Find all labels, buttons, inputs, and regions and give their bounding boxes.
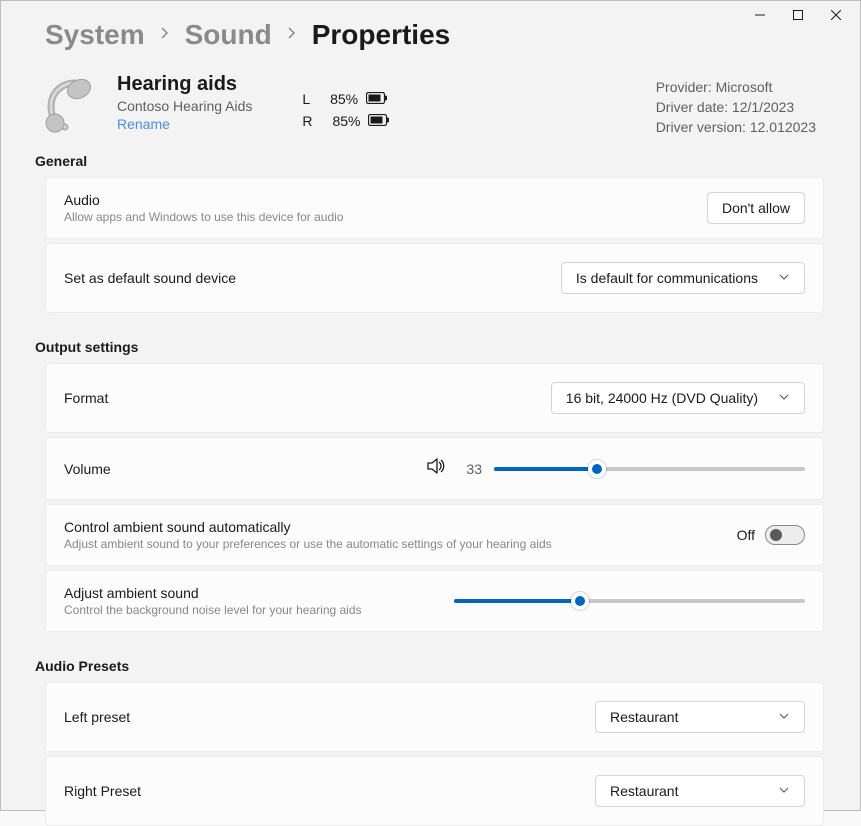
left-preset-title: Left preset xyxy=(64,709,595,725)
ambient-auto-toggle[interactable] xyxy=(765,525,805,545)
device-brand: Contoso Hearing Aids xyxy=(117,98,252,114)
ambient-auto-card: Control ambient sound automatically Adju… xyxy=(45,504,824,566)
maximize-button[interactable] xyxy=(780,1,816,29)
left-preset-card: Left preset Restaurant xyxy=(45,682,824,752)
dont-allow-button[interactable]: Don't allow xyxy=(707,192,805,224)
battery-status: L 85% R 85% xyxy=(302,91,390,129)
volume-value: 33 xyxy=(458,461,482,477)
device-name: Hearing aids xyxy=(117,73,252,96)
breadcrumb-sound[interactable]: Sound xyxy=(185,19,272,51)
format-value: 16 bit, 24000 Hz (DVD Quality) xyxy=(566,390,758,406)
right-preset-select[interactable]: Restaurant xyxy=(595,775,805,807)
battery-icon xyxy=(366,91,388,107)
speaker-icon[interactable] xyxy=(426,456,446,481)
driver-provider: Provider: Microsoft xyxy=(656,79,816,95)
default-device-select[interactable]: Is default for communications xyxy=(561,262,805,294)
chevron-down-icon xyxy=(778,709,790,725)
section-presets-title: Audio Presets xyxy=(35,658,824,674)
device-header: Hearing aids Contoso Hearing Aids Rename… xyxy=(37,73,824,135)
breadcrumb: System Sound Properties xyxy=(45,19,824,51)
right-preset-value: Restaurant xyxy=(610,783,678,799)
audio-subtitle: Allow apps and Windows to use this devic… xyxy=(64,210,707,224)
breadcrumb-system[interactable]: System xyxy=(45,19,145,51)
battery-left-label: L xyxy=(302,91,310,107)
default-device-title: Set as default sound device xyxy=(64,270,561,286)
left-preset-select[interactable]: Restaurant xyxy=(595,701,805,733)
format-title: Format xyxy=(64,390,551,406)
volume-slider[interactable] xyxy=(494,459,805,479)
ambient-auto-state: Off xyxy=(737,527,755,543)
chevron-down-icon xyxy=(778,783,790,799)
window: System Sound Properties Hearing aids xyxy=(0,0,861,811)
close-button[interactable] xyxy=(818,1,854,29)
rename-link[interactable]: Rename xyxy=(117,116,252,132)
battery-left-value: 85% xyxy=(330,91,358,107)
driver-version: Driver version: 12.012023 xyxy=(656,119,816,135)
right-preset-card: Right Preset Restaurant xyxy=(45,756,824,826)
breadcrumb-properties: Properties xyxy=(312,19,451,51)
section-output-title: Output settings xyxy=(35,339,824,355)
section-general-title: General xyxy=(35,153,824,169)
titlebar xyxy=(736,1,860,29)
audio-card: Audio Allow apps and Windows to use this… xyxy=(45,177,824,239)
format-card: Format 16 bit, 24000 Hz (DVD Quality) xyxy=(45,363,824,433)
default-device-value: Is default for communications xyxy=(576,270,758,286)
ambient-slider[interactable] xyxy=(454,591,805,611)
chevron-right-icon xyxy=(159,26,171,44)
audio-title: Audio xyxy=(64,192,707,208)
volume-title: Volume xyxy=(64,461,414,477)
chevron-down-icon xyxy=(778,270,790,286)
hearing-aid-icon xyxy=(37,75,97,135)
left-preset-value: Restaurant xyxy=(610,709,678,725)
minimize-button[interactable] xyxy=(742,1,778,29)
driver-info: Provider: Microsoft Driver date: 12/1/20… xyxy=(656,79,824,135)
driver-date: Driver date: 12/1/2023 xyxy=(656,99,816,115)
ambient-auto-subtitle: Adjust ambient sound to your preferences… xyxy=(64,537,737,551)
ambient-adjust-subtitle: Control the background noise level for y… xyxy=(64,603,454,617)
ambient-adjust-card: Adjust ambient sound Control the backgro… xyxy=(45,570,824,632)
right-preset-title: Right Preset xyxy=(64,783,595,799)
default-device-card: Set as default sound device Is default f… xyxy=(45,243,824,313)
format-select[interactable]: 16 bit, 24000 Hz (DVD Quality) xyxy=(551,382,805,414)
battery-right-value: 85% xyxy=(332,113,360,129)
chevron-right-icon xyxy=(286,26,298,44)
chevron-down-icon xyxy=(778,390,790,406)
battery-right-label: R xyxy=(302,113,312,129)
battery-icon xyxy=(368,113,390,129)
ambient-adjust-title: Adjust ambient sound xyxy=(64,585,454,601)
volume-card: Volume 33 xyxy=(45,437,824,500)
ambient-auto-title: Control ambient sound automatically xyxy=(64,519,737,535)
